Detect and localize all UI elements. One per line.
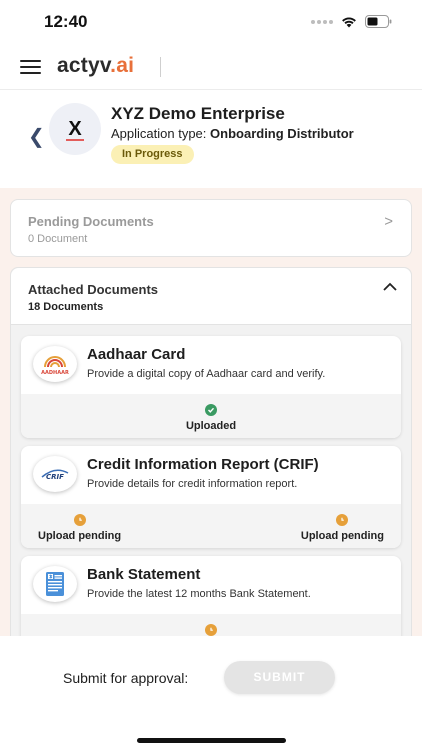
crif-logo-icon: CRIF xyxy=(33,456,77,492)
chevron-up-icon[interactable] xyxy=(383,282,397,291)
app-header: actyv.ai xyxy=(0,44,422,90)
status-label: Uploaded xyxy=(185,420,237,432)
documents-area: Pending Documents 0 Document > Attached … xyxy=(0,188,422,636)
document-card-bank-statement[interactable]: Bank Statement Provide the latest 12 mon… xyxy=(21,556,401,636)
attached-documents-panel: Attached Documents 18 Documents AADHAAR … xyxy=(10,267,412,636)
menu-icon[interactable] xyxy=(20,60,41,74)
document-title: Credit Information Report (CRIF) xyxy=(87,456,319,473)
document-description: Provide details for credit information r… xyxy=(87,478,298,490)
document-card-header: Bank Statement Provide the latest 12 mon… xyxy=(21,556,401,614)
document-card-aadhaar[interactable]: AADHAAR Aadhaar Card Provide a digital c… xyxy=(21,336,401,438)
attached-documents-count: 18 Documents xyxy=(28,301,104,313)
check-circle-icon xyxy=(205,404,217,416)
clock-icon xyxy=(73,514,86,526)
bank-statement-icon xyxy=(33,566,77,602)
wifi-icon xyxy=(342,16,356,27)
status-time: 12:40 xyxy=(44,12,88,31)
document-title: Aadhaar Card xyxy=(87,346,186,363)
chevron-right-icon: > xyxy=(384,213,393,230)
status-badge: In Progress xyxy=(111,145,194,164)
pending-documents-card[interactable]: Pending Documents 0 Document > xyxy=(10,199,412,257)
avatar: X xyxy=(49,103,101,155)
submit-button[interactable]: SUBMIT xyxy=(224,661,335,694)
brand-suffix: ai xyxy=(116,54,135,77)
attached-documents-title: Attached Documents xyxy=(28,282,159,297)
brand-main: actyv xyxy=(57,54,111,77)
pending-documents-title: Pending Documents xyxy=(28,214,154,229)
aadhaar-logo-icon: AADHAAR xyxy=(33,346,77,382)
aadhaar-logo-text: AADHAAR xyxy=(41,370,69,376)
home-indicator xyxy=(137,738,286,743)
clock-icon xyxy=(205,624,217,636)
application-type-label: Application type: xyxy=(111,126,207,141)
document-card-header: CRIF Credit Information Report (CRIF) Pr… xyxy=(21,446,401,504)
document-status-bar: Uploaded xyxy=(21,394,401,438)
document-title: Bank Statement xyxy=(87,566,201,583)
attached-documents-header[interactable]: Attached Documents 18 Documents xyxy=(11,268,411,325)
enterprise-name: XYZ Demo Enterprise xyxy=(111,104,285,123)
document-status-bar xyxy=(21,614,401,636)
brand-logo: actyv.ai xyxy=(57,54,134,78)
crif-logo-text: CRIF xyxy=(46,473,64,481)
avatar-initial: X xyxy=(68,117,82,140)
signal-icon xyxy=(311,19,333,24)
status-label: Upload pending xyxy=(300,530,384,542)
chevron-left-icon[interactable]: ❮ xyxy=(28,124,45,149)
avatar-underline xyxy=(66,139,84,141)
status-upload-pending: Upload pending xyxy=(38,514,121,542)
submit-bar: Submit for approval: SUBMIT xyxy=(0,636,422,750)
pending-documents-count: 0 Document xyxy=(28,233,88,245)
document-card-header: AADHAAR Aadhaar Card Provide a digital c… xyxy=(21,336,401,394)
brand-divider xyxy=(160,57,161,77)
status-bar: 12:40 xyxy=(0,0,422,44)
submit-label: Submit for approval: xyxy=(63,670,189,686)
document-description: Provide the latest 12 months Bank Statem… xyxy=(87,588,311,600)
clock-icon xyxy=(336,514,349,526)
enterprise-summary: ❮ X XYZ Demo Enterprise Application type… xyxy=(0,91,422,188)
document-description: Provide a digital copy of Aadhaar card a… xyxy=(87,368,326,380)
application-type: Application type: Onboarding Distributor xyxy=(111,126,354,141)
document-status-bar: Upload pending Upload pending xyxy=(21,504,401,548)
application-type-value: Onboarding Distributor xyxy=(210,126,354,141)
battery-icon xyxy=(365,15,392,28)
status-upload-pending xyxy=(21,624,401,636)
status-upload-pending: Upload pending xyxy=(301,514,384,542)
status-icons xyxy=(311,15,392,28)
status-uploaded: Uploaded xyxy=(21,404,401,432)
status-label: Upload pending xyxy=(38,530,122,542)
document-card-crif[interactable]: CRIF Credit Information Report (CRIF) Pr… xyxy=(21,446,401,548)
